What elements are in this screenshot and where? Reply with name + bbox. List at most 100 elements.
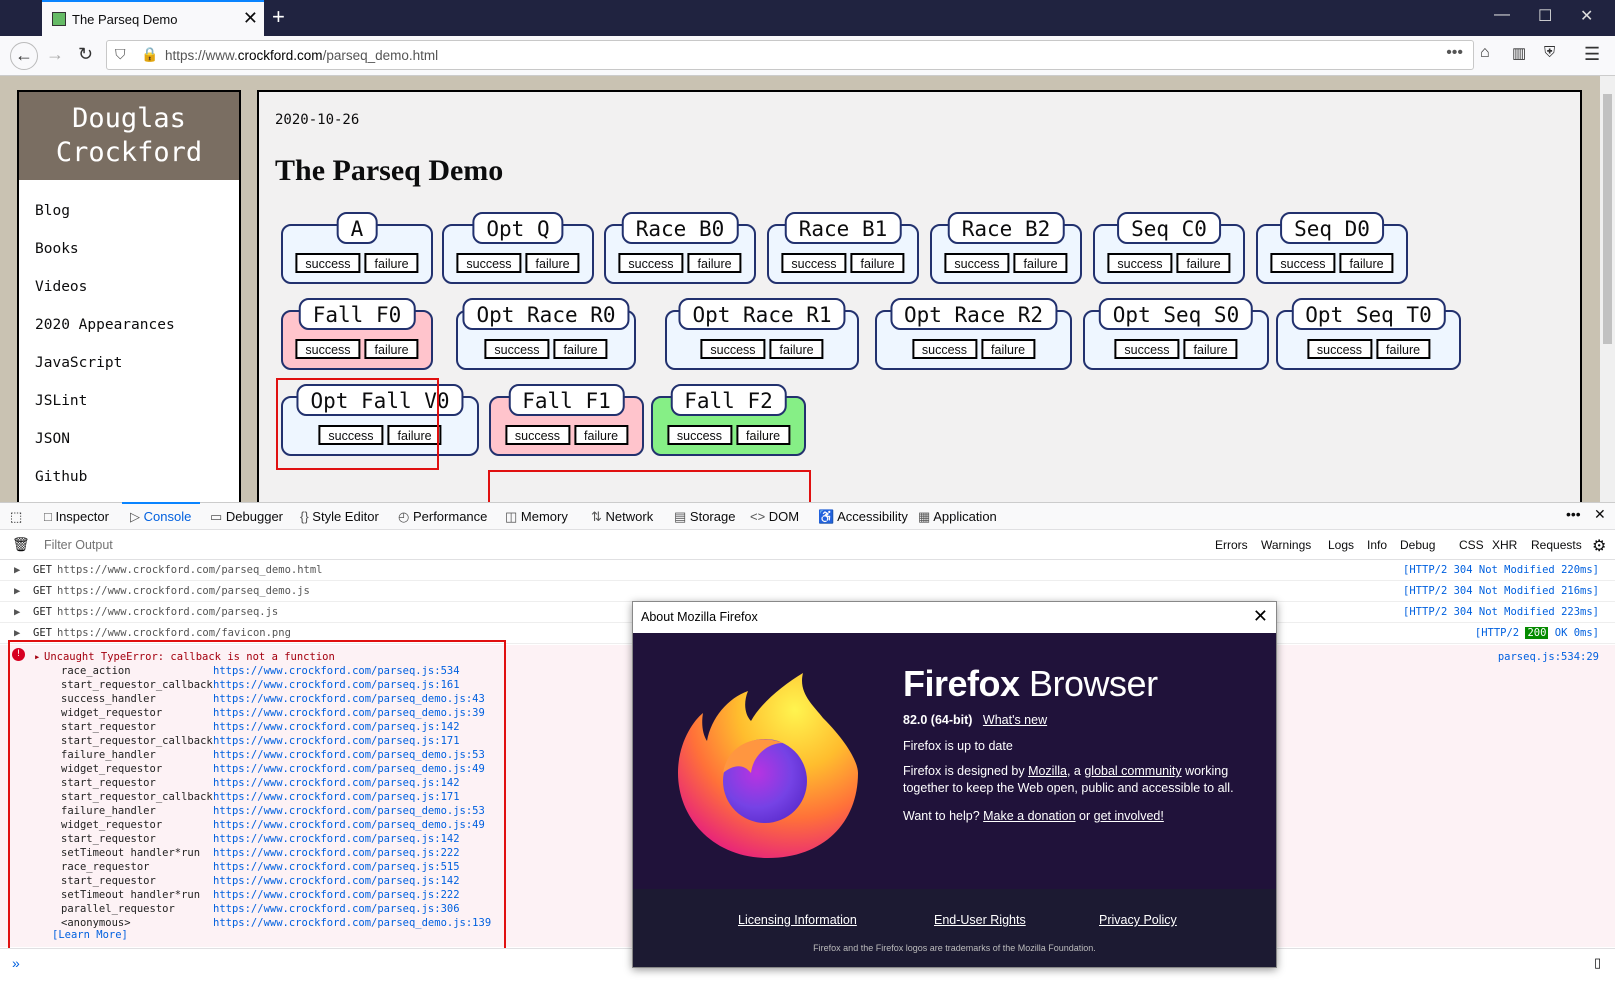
get-involved-link[interactable]: get involved! [1094, 809, 1164, 823]
filter-requests-button[interactable]: Requests [1531, 538, 1582, 552]
sidebar-item-javascript[interactable]: JavaScript [19, 344, 239, 382]
minimize-icon[interactable]: — [1494, 6, 1510, 24]
success-button[interactable]: success [295, 253, 361, 273]
success-button[interactable]: success [911, 339, 978, 359]
failure-button[interactable]: failure [574, 425, 629, 445]
network-request-row[interactable]: ▶ GET https://www.crockford.com/parseq_dem… [0, 581, 1615, 602]
failure-button[interactable]: failure [769, 339, 824, 359]
expand-row-icon[interactable]: ▶ [14, 560, 20, 580]
tab-performance[interactable]: ◴ Performance [398, 509, 487, 525]
failure-button[interactable]: failure [525, 253, 580, 273]
sidebar-item-jslint[interactable]: JSLint [19, 382, 239, 420]
tab-inspector[interactable]: □ Inspector [44, 509, 109, 524]
failure-button[interactable]: failure [364, 339, 419, 359]
privacy-policy-link[interactable]: Privacy Policy [1099, 913, 1177, 927]
tab-console[interactable]: ▷ Console [130, 509, 191, 525]
failure-button[interactable]: failure [1339, 253, 1394, 273]
sidebar-item-json[interactable]: JSON [19, 420, 239, 458]
success-button[interactable]: success [1306, 339, 1373, 359]
tab-accessibility[interactable]: ♿ Accessibility [818, 509, 908, 525]
failure-button[interactable]: failure [364, 253, 419, 273]
shield-icon[interactable]: ⛉ [115, 46, 126, 63]
browser-tab[interactable]: The Parseq Demo ✕ [42, 0, 264, 36]
page-scroll-thumb[interactable] [1603, 94, 1612, 344]
tab-storage[interactable]: ▤ Storage [674, 509, 735, 525]
settings-icon[interactable]: ⚙ [1592, 536, 1606, 556]
success-button[interactable]: success [456, 253, 522, 273]
error-source-link[interactable]: parseq.js:534:29 [1498, 651, 1599, 663]
failure-button[interactable]: failure [687, 253, 742, 273]
tab-style-editor[interactable]: {} Style Editor [300, 509, 379, 524]
expand-row-icon[interactable]: ▶ [14, 602, 20, 622]
failure-button[interactable]: failure [553, 339, 608, 359]
new-tab-icon[interactable]: + [272, 4, 285, 30]
filter-xhr-button[interactable]: XHR [1492, 538, 1517, 552]
tab-application[interactable]: ▦ Application [918, 509, 997, 525]
donation-link[interactable]: Make a donation [983, 809, 1075, 823]
failure-button[interactable]: failure [1183, 339, 1238, 359]
success-button[interactable]: success [295, 339, 361, 359]
tab-debugger[interactable]: ▭ Debugger [210, 509, 283, 525]
success-button[interactable]: success [944, 253, 1010, 273]
forward-icon[interactable]: → [46, 44, 64, 65]
filter-output-input[interactable]: Filter Output [44, 538, 113, 552]
pick-element-icon[interactable]: ⬚ [10, 509, 22, 525]
ublock-icon[interactable]: ⛨ [1544, 44, 1555, 61]
filter-debug-button[interactable]: Debug [1400, 538, 1435, 552]
page-actions-icon[interactable]: ••• [1446, 44, 1463, 62]
dialog-close-icon[interactable]: ✕ [1253, 606, 1268, 627]
tab-dom[interactable]: <> DOM [750, 509, 799, 524]
failure-button[interactable]: failure [1013, 253, 1068, 273]
url-bar[interactable]: ⛉ 🔒 https://www.crockford.com/parseq_dem… [106, 40, 1474, 70]
community-link[interactable]: global community [1084, 764, 1181, 778]
filter-css-button[interactable]: CSS [1459, 538, 1484, 552]
success-button[interactable]: success [484, 339, 550, 359]
maximize-icon[interactable]: ☐ [1538, 6, 1552, 26]
menu-icon[interactable]: ☰ [1584, 44, 1600, 65]
sidebar-item-videos[interactable]: Videos [19, 268, 239, 306]
window-close-icon[interactable]: ✕ [1580, 6, 1593, 26]
tab-network[interactable]: ⇅ Network [591, 509, 653, 525]
success-button[interactable]: success [666, 425, 733, 445]
end-user-rights-link[interactable]: End-User Rights [934, 913, 1026, 927]
failure-button[interactable]: failure [850, 253, 905, 273]
request-url[interactable]: https://www.crockford.com/parseq.js [57, 602, 278, 622]
reload-icon[interactable]: ↻ [78, 44, 93, 65]
network-request-row[interactable]: ▶ GET https://www.crockford.com/parseq_dem… [0, 560, 1615, 581]
filter-warnings-button[interactable]: Warnings [1261, 538, 1311, 552]
success-button[interactable]: success [618, 253, 684, 273]
reader-icon[interactable]: ▥ [1512, 44, 1526, 62]
sidebar-item-books[interactable]: Books [19, 230, 239, 268]
split-console-icon[interactable]: ▯ [1594, 955, 1601, 971]
mozilla-link[interactable]: Mozilla [1028, 764, 1067, 778]
success-button[interactable]: success [781, 253, 847, 273]
licensing-link[interactable]: Licensing Information [738, 913, 857, 927]
back-icon[interactable]: ← [10, 42, 38, 70]
filter-info-button[interactable]: Info [1367, 538, 1387, 552]
sidebar-item-blog[interactable]: Blog [19, 192, 239, 230]
tab-memory[interactable]: ◫ Memory [505, 509, 568, 525]
failure-button[interactable]: failure [981, 339, 1036, 359]
filter-errors-button[interactable]: Errors [1215, 538, 1248, 552]
failure-button[interactable]: failure [1376, 339, 1431, 359]
filter-logs-button[interactable]: Logs [1328, 538, 1354, 552]
expand-row-icon[interactable]: ▶ [14, 581, 20, 601]
failure-button[interactable]: failure [1176, 253, 1231, 273]
trash-icon[interactable]: 🗑 [12, 536, 30, 553]
success-button[interactable]: success [1270, 253, 1336, 273]
close-tab-icon[interactable]: ✕ [243, 8, 258, 29]
sidebar-item-2020-appearances[interactable]: 2020 Appearances [19, 306, 239, 344]
success-button[interactable]: success [504, 425, 571, 445]
success-button[interactable]: success [1107, 253, 1173, 273]
whats-new-link[interactable]: What's new [983, 713, 1047, 727]
home-icon[interactable]: ⌂ [1480, 44, 1490, 62]
success-button[interactable]: success [700, 339, 766, 359]
request-url[interactable]: https://www.crockford.com/parseq_demo.js [57, 581, 310, 601]
sidebar-item-github[interactable]: Github [19, 458, 239, 496]
failure-button[interactable]: failure [736, 425, 791, 445]
lock-icon[interactable]: 🔒 [141, 46, 158, 63]
site-logo[interactable]: Douglas Crockford [19, 92, 239, 180]
request-url[interactable]: https://www.crockford.com/parseq_demo.ht… [57, 560, 323, 580]
success-button[interactable]: success [1114, 339, 1180, 359]
devtools-overflow-icon[interactable]: ••• [1566, 506, 1581, 522]
